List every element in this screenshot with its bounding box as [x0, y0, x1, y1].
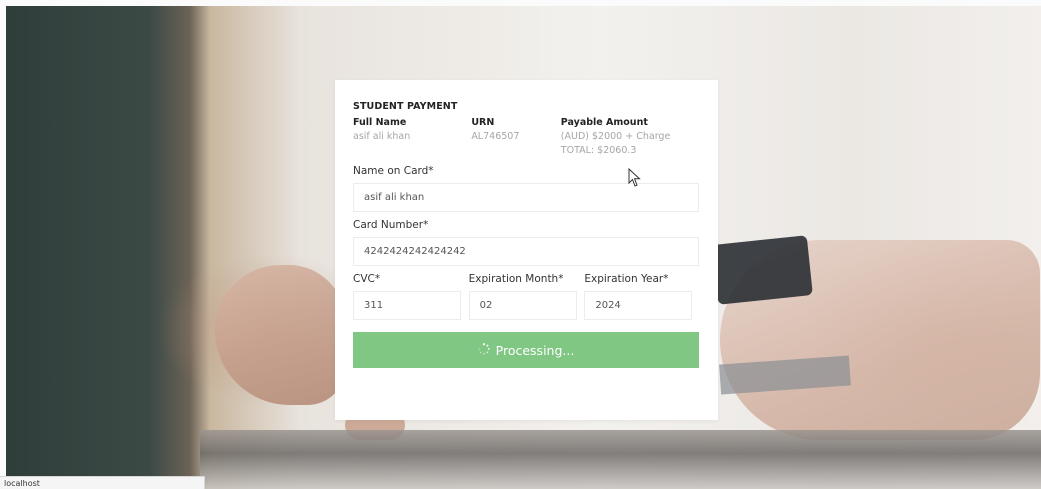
- urn-info: URN AL746507: [471, 116, 560, 158]
- urn-value: AL746507: [471, 131, 520, 142]
- card-details-row: CVC* Expiration Month* Expiration Year*: [353, 272, 700, 320]
- spinner-icon: [478, 342, 490, 358]
- processing-button[interactable]: Processing...: [353, 332, 699, 368]
- payable-amount-info: Payable Amount (AUD) $2000 + Charge TOTA…: [561, 116, 700, 158]
- exp-month-group: Expiration Month*: [468, 272, 585, 320]
- exp-year-input[interactable]: [584, 291, 693, 320]
- mouse-cursor-icon: [628, 168, 641, 187]
- exp-month-label: Expiration Month*: [468, 273, 564, 285]
- card-number-label: Card Number*: [353, 219, 429, 231]
- payable-amount-label: Payable Amount: [560, 117, 648, 128]
- form-title: STUDENT PAYMENT: [353, 101, 458, 112]
- student-info: Full Name asif ali khan URN AL746507 Pay…: [353, 116, 700, 158]
- urn-label: URN: [471, 117, 495, 128]
- payment-form: STUDENT PAYMENT Full Name asif ali khan …: [335, 80, 718, 420]
- card-number-input[interactable]: [353, 237, 699, 266]
- browser-status-bar: localhost: [0, 476, 205, 489]
- full-name-info: Full Name asif ali khan: [353, 116, 471, 158]
- cvc-input[interactable]: [353, 291, 461, 320]
- exp-year-label: Expiration Year*: [584, 273, 669, 285]
- cvc-label: CVC*: [353, 273, 381, 285]
- exp-month-input[interactable]: [468, 291, 577, 320]
- exp-year-group: Expiration Year*: [584, 272, 700, 320]
- name-on-card-label: Name on Card*: [353, 165, 434, 177]
- processing-label: Processing...: [495, 342, 575, 358]
- payable-amount-value: (AUD) $2000 + Charge: [560, 131, 671, 142]
- payable-total-value: TOTAL: $2060.3: [560, 145, 637, 156]
- name-on-card-input[interactable]: [353, 183, 699, 212]
- full-name-label: Full Name: [353, 117, 407, 128]
- status-url: localhost: [4, 479, 40, 488]
- cvc-group: CVC*: [353, 272, 469, 320]
- full-name-value: asif ali khan: [353, 131, 411, 142]
